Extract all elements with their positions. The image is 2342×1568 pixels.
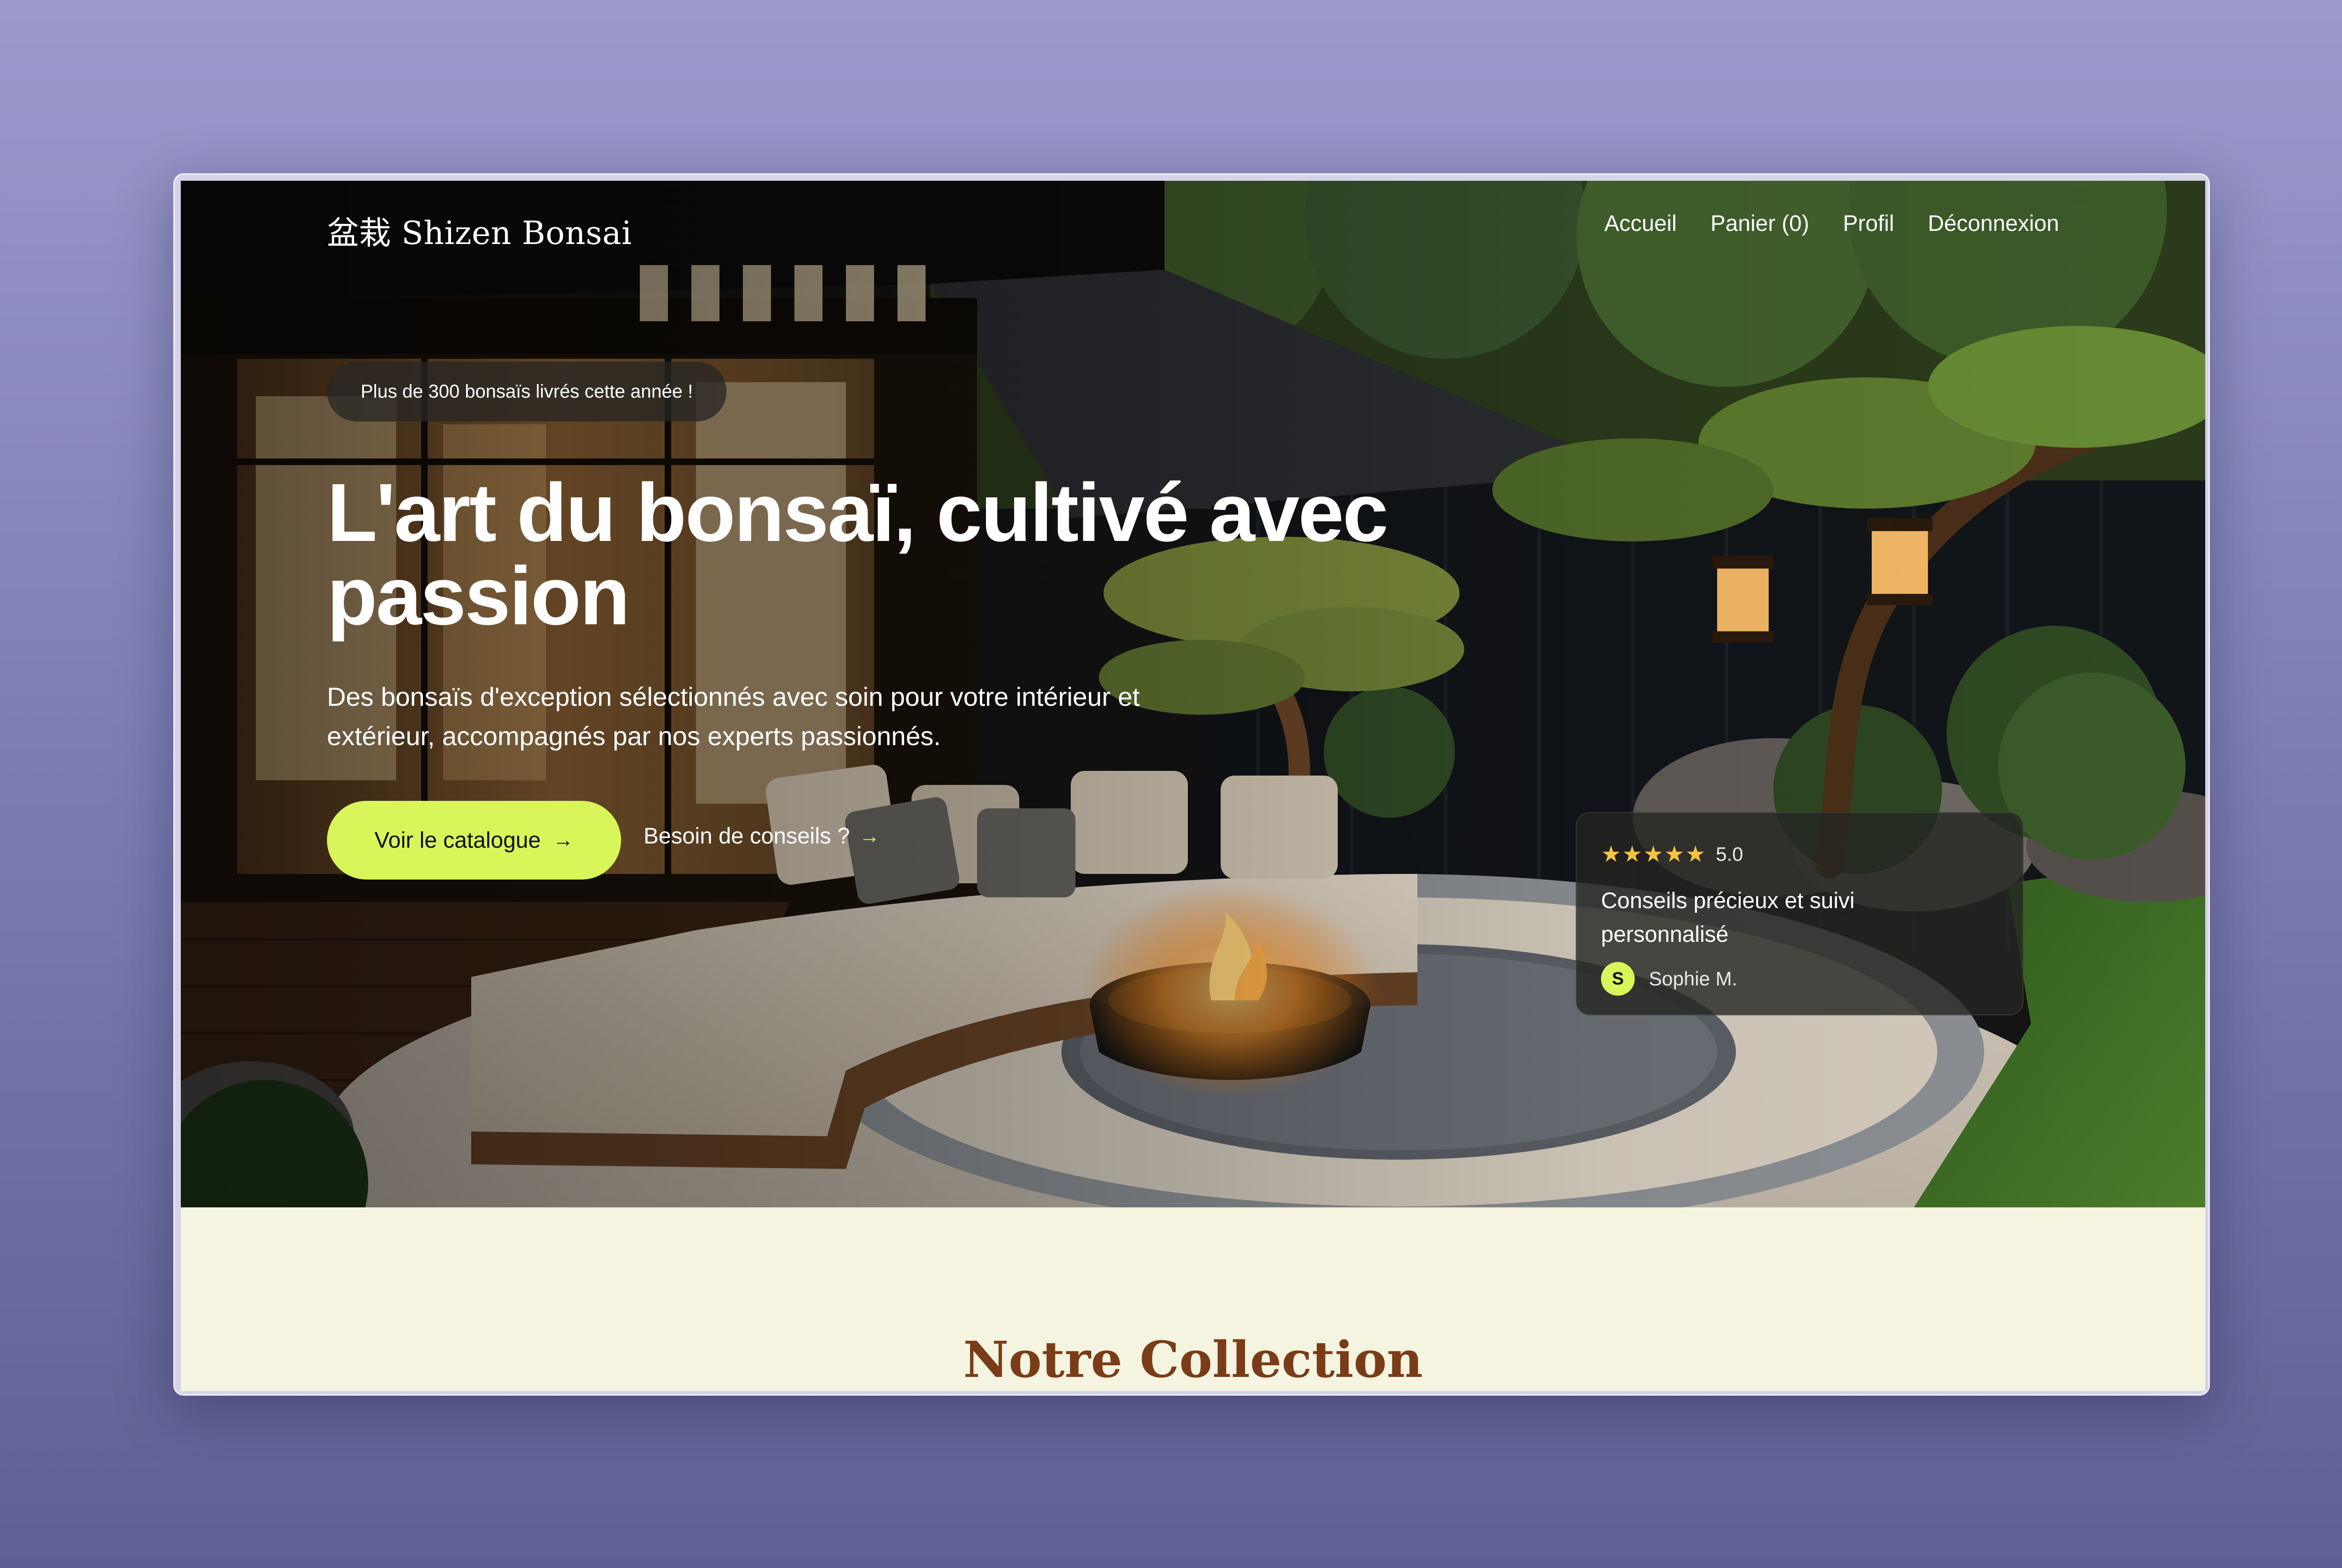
review-text: Conseils précieux et suivi personnalisé — [1601, 888, 1855, 947]
nav-links: Accueil Panier (0) Profil Déconnexion — [1604, 211, 2059, 237]
avatar: S — [1601, 962, 1635, 996]
nav-item-profil[interactable]: Profil — [1843, 211, 1894, 237]
nav-item-accueil[interactable]: Accueil — [1604, 211, 1677, 237]
hero-section: 盆栽 Shizen Bonsai Accueil Panier (0) Prof… — [181, 181, 2205, 1207]
review-card: ★★★★★ 5.0 Conseils précieux et suivi per… — [1576, 812, 2023, 1015]
top-navigation: 盆栽 Shizen Bonsai Accueil Panier (0) Prof… — [181, 181, 2205, 270]
review-author: S Sophie M. — [1601, 962, 1998, 996]
nav-item-panier[interactable]: Panier (0) — [1711, 211, 1809, 237]
page-viewport: 盆栽 Shizen Bonsai Accueil Panier (0) Prof… — [181, 181, 2205, 1391]
view-catalog-button[interactable]: Voir le catalogue → — [327, 801, 621, 880]
nav-item-deconnexion[interactable]: Déconnexion — [1928, 211, 2059, 237]
arrow-right-icon: → — [553, 828, 574, 851]
author-name: Sophie M. — [1649, 968, 1738, 990]
rating-row: ★★★★★ 5.0 — [1601, 841, 1998, 867]
star-icon: ★★★★★ — [1601, 842, 1707, 867]
advice-link[interactable]: Besoin de conseils ? → — [644, 823, 880, 849]
delivery-badge: Plus de 300 bonsaïs livrés cette année ! — [327, 362, 727, 422]
advice-link-label: Besoin de conseils ? — [644, 824, 850, 849]
hero-subtitle: Des bonsaïs d'exception sélectionnés ave… — [327, 682, 1140, 751]
collection-section: Notre Collection — [181, 1207, 2205, 1391]
rating-value: 5.0 — [1716, 843, 1743, 865]
view-catalog-label: Voir le catalogue — [374, 828, 541, 853]
brand-logo[interactable]: 盆栽 Shizen Bonsai — [327, 207, 632, 253]
browser-window: 盆栽 Shizen Bonsai Accueil Panier (0) Prof… — [173, 173, 2210, 1396]
hero-title: L'art du bonsaï, cultivé avec passion — [327, 467, 1388, 642]
collection-title: Notre Collection — [963, 1330, 1423, 1389]
arrow-right-icon: → — [859, 824, 880, 848]
